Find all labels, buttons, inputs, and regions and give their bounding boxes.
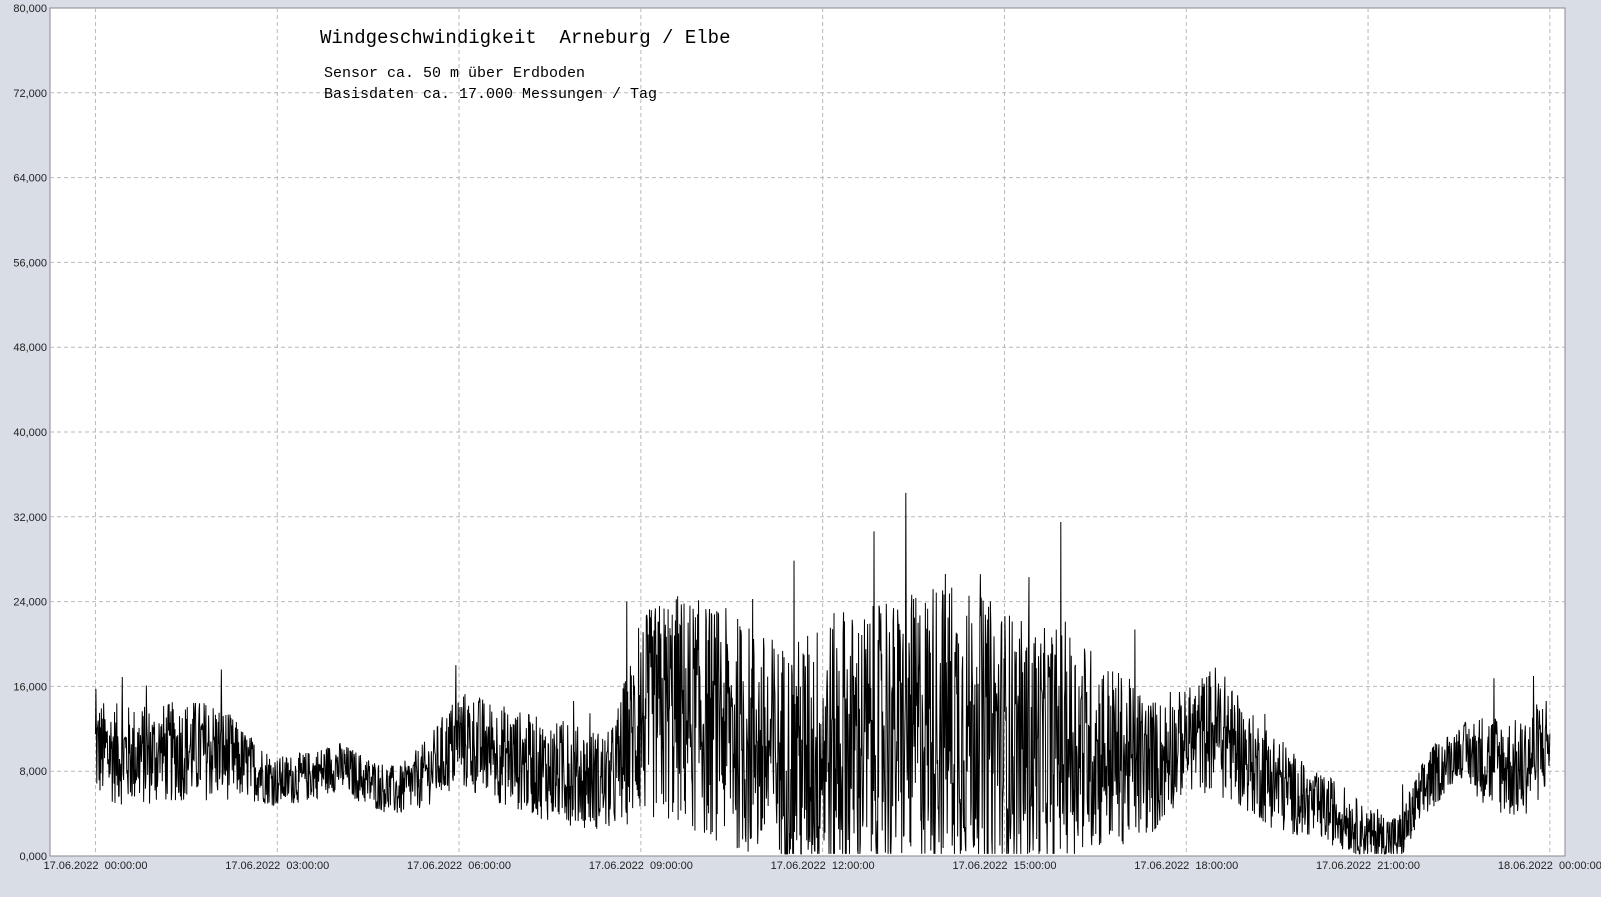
y-tick-label: 64,000	[13, 173, 47, 185]
y-tick-label: 8,000	[19, 766, 47, 778]
x-tick-label: 17.06.2022 00:00:00	[43, 860, 147, 872]
y-axis-ticks: 0,0008,00016,00024,00032,00040,00048,000…	[13, 3, 47, 863]
y-tick-label: 48,000	[13, 342, 47, 354]
y-tick-label: 32,000	[13, 512, 47, 524]
x-axis-ticks: 17.06.2022 00:00:00 17.06.2022 03:00:00 17…	[43, 860, 1601, 872]
x-tick-label: 17.06.2022 15:00:00	[952, 860, 1056, 872]
x-tick-label: 18.06.2022 00:00:00	[1498, 860, 1601, 872]
y-tick-label: 40,000	[13, 427, 47, 439]
y-tick-label: 16,000	[13, 681, 47, 693]
chart-subtitle-line-2: Basisdaten ca. 17.000 Messungen / Tag	[324, 86, 657, 103]
chart-subtitle-line-1: Sensor ca. 50 m über Erdboden	[324, 65, 585, 82]
y-tick-label: 56,000	[13, 257, 47, 269]
x-tick-label: 17.06.2022 21:00:00	[1316, 860, 1420, 872]
chart-canvas: 0,0008,00016,00024,00032,00040,00048,000…	[13, 3, 1601, 872]
y-tick-label: 72,000	[13, 88, 47, 100]
x-tick-label: 17.06.2022 03:00:00	[225, 860, 329, 872]
x-tick-label: 17.06.2022 18:00:00	[1134, 860, 1238, 872]
chart-title: Windgeschwindigkeit Arneburg / Elbe	[320, 27, 730, 49]
wind-speed-chart: 0,000 8,000 16,000 24,000 32,000 40,000 48,000…	[0, 0, 1601, 897]
x-tick-label: 17.06.2022 12:00:00	[771, 860, 875, 872]
x-tick-label: 17.06.2022 06:00:00	[407, 860, 511, 872]
y-tick-label: 24,000	[13, 597, 47, 609]
y-tick-label: 80,000	[13, 3, 47, 15]
x-tick-label: 17.06.2022 09:00:00	[589, 860, 693, 872]
